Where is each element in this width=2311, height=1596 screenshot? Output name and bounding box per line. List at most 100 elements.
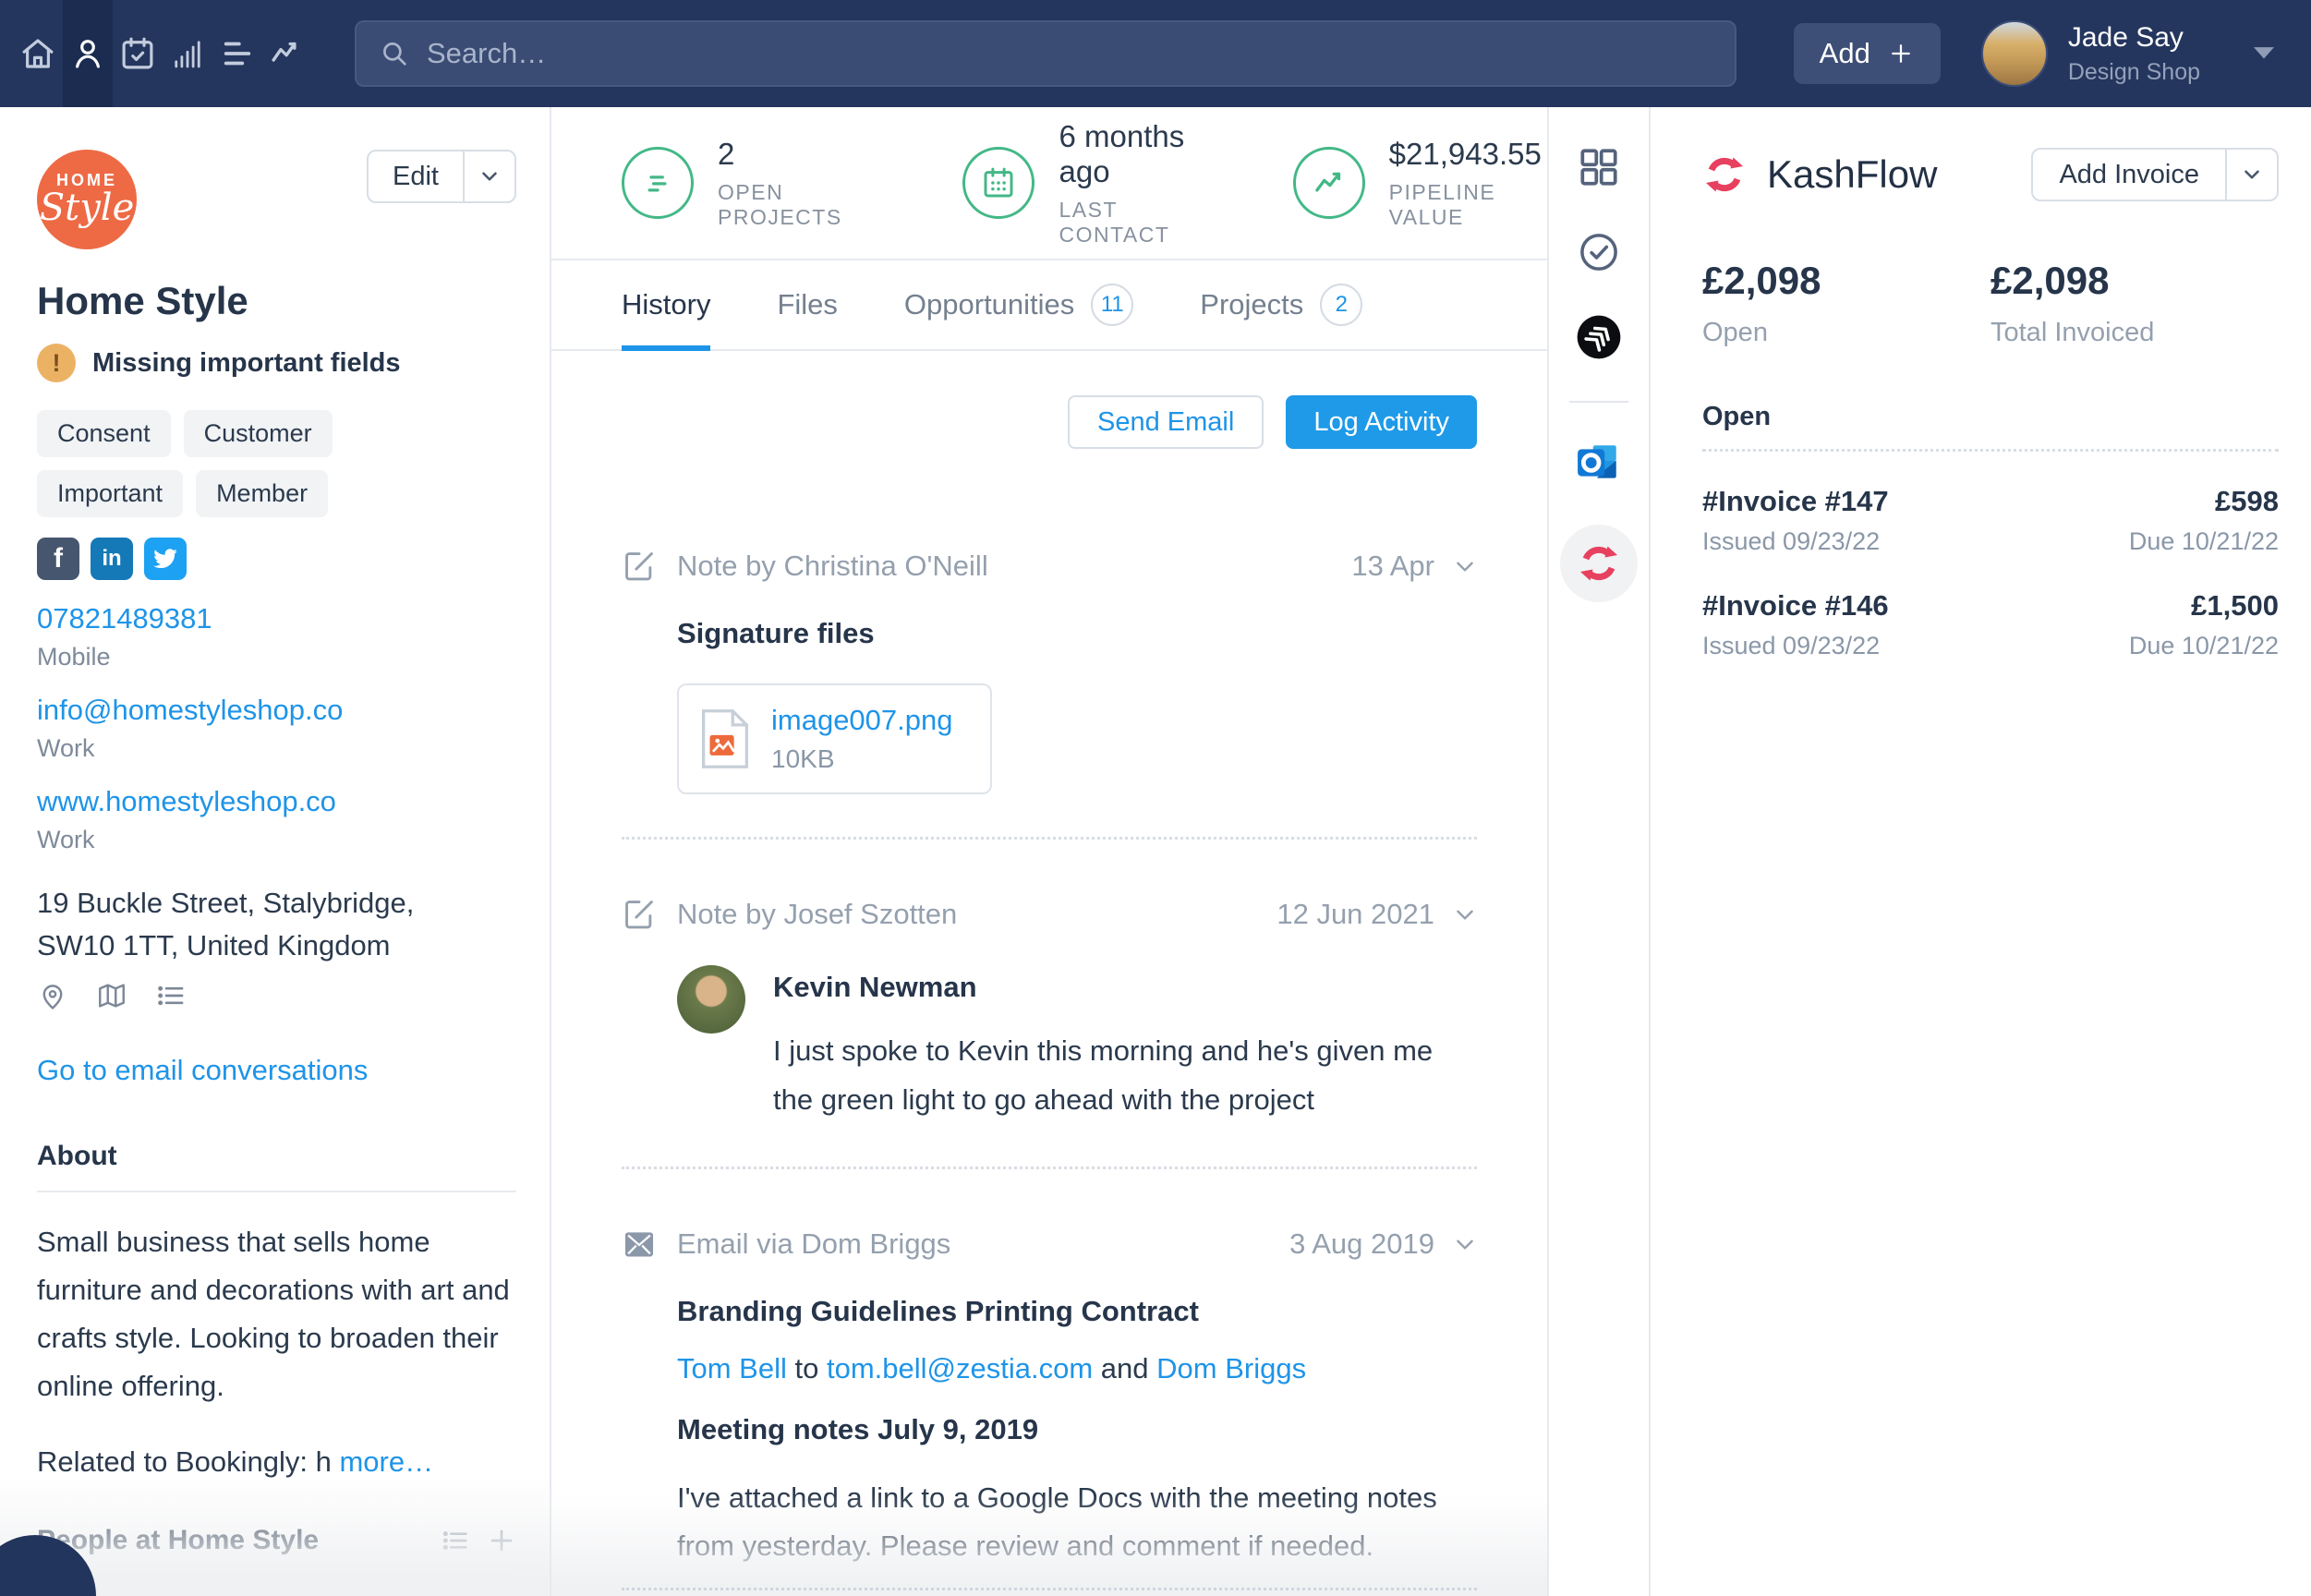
open-invoices-heading: Open: [1702, 402, 2279, 452]
log-activity-button[interactable]: Log Activity: [1286, 395, 1477, 449]
invoice-name[interactable]: #Invoice #146: [1702, 589, 1889, 623]
calendar-icon: [962, 147, 1035, 219]
edit-chevron-down-icon[interactable]: [463, 151, 514, 201]
chevron-down-icon: [1457, 910, 1473, 920]
nav-home[interactable]: [13, 0, 63, 107]
edit-button[interactable]: Edit: [369, 151, 463, 201]
map-icon[interactable]: [96, 980, 127, 1011]
tab-label: History: [622, 288, 711, 320]
entry-date-toggle[interactable]: 12 Jun 2021: [1276, 898, 1477, 931]
tag-customer[interactable]: Customer: [183, 410, 333, 457]
people-heading-row: People at Home Style: [37, 1525, 516, 1575]
entry-date: 3 Aug 2019: [1289, 1227, 1434, 1260]
bar-chart-icon: [168, 34, 207, 73]
search-input[interactable]: [427, 37, 1712, 70]
nav-contacts[interactable]: [63, 0, 113, 107]
twitter-icon[interactable]: [144, 538, 187, 580]
tab-badge: 11: [1091, 284, 1134, 326]
outlook-logo-icon[interactable]: [1576, 440, 1622, 486]
page-body: HOME Style Edit Home Style ! Missing imp…: [0, 107, 2311, 1596]
tab-projects[interactable]: Projects 2: [1200, 260, 1363, 349]
add-button[interactable]: Add: [1793, 23, 1941, 84]
invoice-due: Due 10/21/22: [2128, 527, 2279, 555]
stat-label: OPEN PROJECTS: [718, 179, 842, 229]
website-link[interactable]: www.homestyleshop.co: [37, 785, 516, 818]
invoice-row[interactable]: #Invoice #146 Issued 09/23/22 £1,500 Due…: [1702, 589, 2279, 660]
edit-note-icon: [625, 552, 653, 581]
kashflow-title: KashFlow: [1767, 152, 1938, 196]
entry-date-toggle[interactable]: 13 Apr: [1351, 550, 1477, 583]
website-label: Work: [37, 826, 95, 853]
open-amount-label: Open: [1702, 318, 1768, 347]
tab-history[interactable]: History: [622, 260, 711, 351]
tag-consent[interactable]: Consent: [37, 410, 171, 457]
invoice-amount: £598: [2215, 485, 2279, 517]
email-from-link[interactable]: Tom Bell: [677, 1352, 787, 1384]
phone-label: Mobile: [37, 643, 111, 671]
note-person-name[interactable]: Kevin Newman: [773, 965, 1477, 1004]
timeline-entry-note-2: Note by Josef Szotten 12 Jun 2021 Kevin …: [622, 837, 1477, 1167]
list-icon[interactable]: [155, 980, 187, 1011]
email-link[interactable]: info@homestyleshop.co: [37, 694, 516, 727]
kashflow-rail-selected[interactable]: [1560, 525, 1638, 602]
email-address-link[interactable]: tom.bell@zestia.com: [827, 1352, 1093, 1384]
contact-sidebar: HOME Style Edit Home Style ! Missing imp…: [0, 107, 551, 1596]
tab-opportunities[interactable]: Opportunities 11: [904, 260, 1134, 349]
stat-open-projects: 2 OPEN PROJECTS: [622, 137, 883, 230]
tab-files[interactable]: Files: [777, 260, 837, 349]
timeline-actions: Send Email Log Activity: [622, 351, 1477, 491]
add-person-icon[interactable]: [487, 1526, 516, 1555]
transpond-logo-icon[interactable]: [1576, 314, 1622, 360]
grid-icon[interactable]: [1576, 144, 1622, 190]
add-invoice-chevron-down-icon[interactable]: [2225, 150, 2277, 200]
phone-link[interactable]: 07821489381: [37, 602, 516, 635]
invoice-issued: Issued 09/23/22: [1702, 632, 1881, 659]
user-caret-down-icon[interactable]: [2254, 47, 2274, 60]
attachment-card[interactable]: image007.png 10KB: [677, 683, 992, 794]
add-button-label: Add: [1819, 37, 1870, 69]
linkedin-icon[interactable]: in: [91, 538, 133, 580]
contact-phone: 07821489381 Mobile: [37, 602, 516, 671]
about-text: Small business that sells home furniture…: [37, 1226, 510, 1402]
email-body: I've attached a link to a Google Docs wi…: [677, 1481, 1437, 1562]
stat-last-contact: 6 months ago LAST CONTACT: [962, 119, 1213, 248]
map-pin-icon[interactable]: [37, 980, 68, 1011]
envelope-icon: [624, 1232, 654, 1257]
facebook-icon[interactable]: f: [37, 538, 79, 580]
invoice-row[interactable]: #Invoice #147 Issued 09/23/22 £598 Due 1…: [1702, 485, 2279, 556]
nav-calendar[interactable]: [113, 0, 163, 107]
more-link[interactable]: more…: [339, 1445, 433, 1478]
tab-label: Projects: [1200, 288, 1304, 320]
people-list-icon[interactable]: [441, 1526, 470, 1555]
chevron-down-icon: [1457, 562, 1473, 572]
missing-fields-warning[interactable]: ! Missing important fields: [37, 344, 516, 382]
global-search[interactable]: [355, 20, 1736, 87]
stat-value: $21,943.55: [1388, 136, 1542, 171]
email-and-word: and: [1100, 1352, 1149, 1384]
user-menu[interactable]: Jade Say Design Shop: [1980, 20, 2200, 87]
invoice-name[interactable]: #Invoice #147: [1702, 485, 1889, 518]
nav-activity[interactable]: [262, 0, 312, 107]
add-invoice-button[interactable]: Add Invoice: [2033, 150, 2225, 200]
org-logo: HOME Style: [37, 150, 137, 249]
attachment-filename[interactable]: image007.png: [771, 704, 953, 737]
stat-value: 6 months ago: [1059, 118, 1185, 188]
related-prefix: Related to Bookingly: h: [37, 1445, 332, 1478]
send-email-button[interactable]: Send Email: [1068, 395, 1264, 449]
check-circle-icon[interactable]: [1576, 229, 1622, 275]
email-cc-link[interactable]: Dom Briggs: [1156, 1352, 1306, 1384]
tab-label: Files: [777, 288, 838, 320]
tag-member[interactable]: Member: [196, 470, 329, 517]
note-title: Signature files: [677, 617, 875, 649]
stats-row: 2 OPEN PROJECTS 6 months ago LAST CONTAC…: [551, 107, 1547, 260]
timeline-entry-note-1: Note by Christina O'Neill 13 Apr Signatu…: [622, 491, 1477, 837]
plus-icon: [1887, 40, 1915, 67]
entry-header: Email via Dom Briggs: [677, 1227, 951, 1260]
entry-date-toggle[interactable]: 3 Aug 2019: [1289, 1227, 1477, 1261]
nav-reports[interactable]: [163, 0, 212, 107]
go-to-email-conversations-link[interactable]: Go to email conversations: [37, 1054, 516, 1087]
kashflow-logo-icon: [1580, 546, 1617, 581]
nav-lists[interactable]: [212, 0, 262, 107]
tag-important[interactable]: Important: [37, 470, 184, 517]
rail-divider: [1569, 401, 1628, 403]
